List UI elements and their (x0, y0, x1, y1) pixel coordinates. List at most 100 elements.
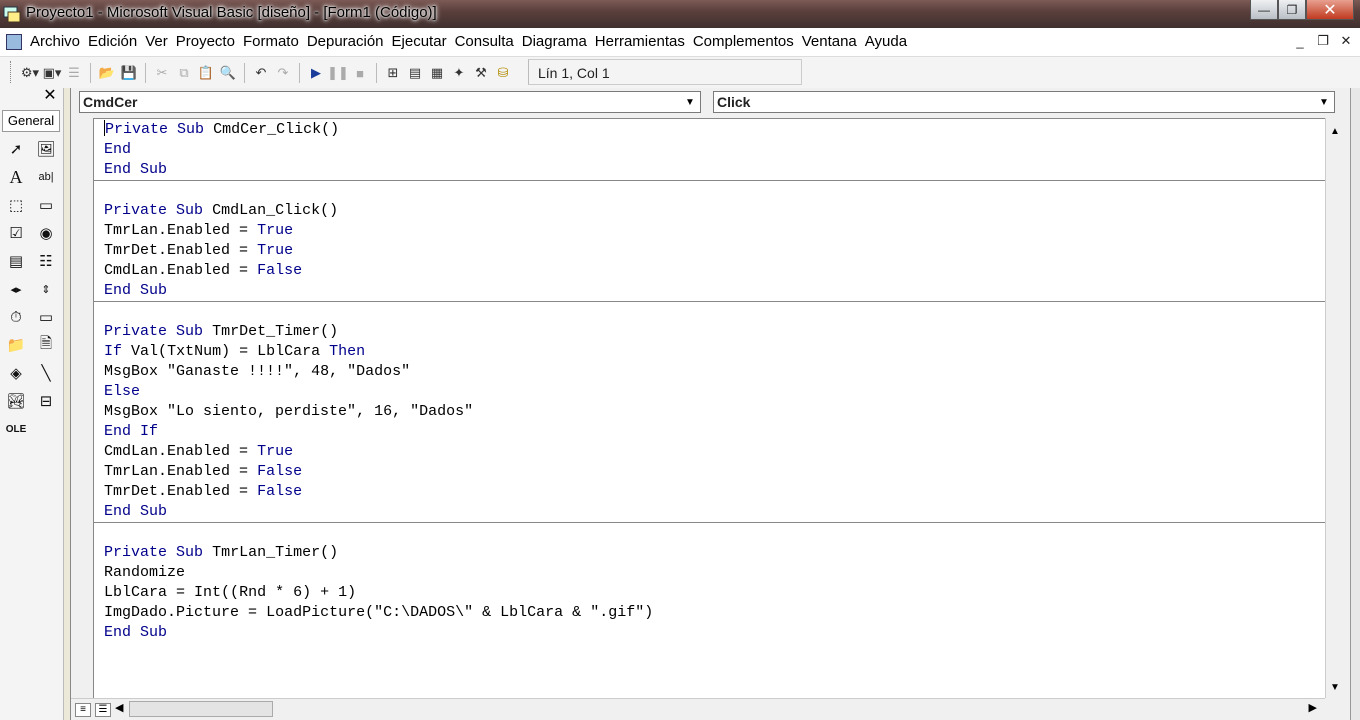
code-line[interactable]: Private Sub TmrLan_Timer() (104, 543, 1325, 563)
label-icon[interactable]: A (3, 164, 29, 190)
properties-icon[interactable]: ▤ (405, 63, 425, 83)
mdi-close-button[interactable]: ✕ (1336, 32, 1356, 50)
scroll-up-icon[interactable]: ▲ (1326, 122, 1344, 140)
pointer-icon[interactable]: ➚ (3, 136, 29, 162)
object-combo[interactable]: CmdCer ▼ (79, 91, 701, 113)
code-line[interactable]: TmrDet.Enabled = False (104, 482, 1325, 502)
close-button[interactable]: ✕ (1306, 0, 1354, 20)
code-line[interactable]: CmdLan.Enabled = True (104, 442, 1325, 462)
data-view-icon[interactable]: ⛁ (493, 63, 513, 83)
menu-edicion[interactable]: Edición (86, 33, 143, 50)
code-editor[interactable]: Private Sub CmdCer_Click() End End Sub Priv… (93, 118, 1325, 698)
code-line[interactable]: If Val(TxtNum) = LblCara Then (104, 342, 1325, 362)
chevron-down-icon[interactable]: ▼ (682, 94, 698, 110)
end-icon[interactable]: ■ (350, 63, 370, 83)
image-icon[interactable]: 🏞 (3, 388, 29, 414)
line-icon[interactable]: ╲ (33, 360, 59, 386)
toolbar-grip[interactable] (10, 61, 13, 83)
procedure-block[interactable]: Private Sub TmrDet_Timer() If Val(TxtNum)… (94, 302, 1325, 523)
code-line[interactable]: Else (104, 382, 1325, 402)
code-line[interactable]: Private Sub TmrDet_Timer() (104, 322, 1325, 342)
procedure-block[interactable]: Private Sub TmrLan_Timer() Randomize LblCa… (94, 523, 1325, 643)
toolbox-close-button[interactable]: ✕ (40, 88, 60, 104)
code-line[interactable]: Private Sub CmdLan_Click() (104, 201, 1325, 221)
menu-ejecutar[interactable]: Ejecutar (390, 33, 453, 50)
procedure-block[interactable]: Private Sub CmdLan_Click() TmrLan.Enabled… (94, 181, 1325, 302)
menu-consulta[interactable]: Consulta (453, 33, 520, 50)
vb-app-icon[interactable] (2, 4, 22, 24)
procedure-block[interactable]: Private Sub CmdCer_Click() End End Sub (94, 120, 1325, 181)
menu-diagrama[interactable]: Diagrama (520, 33, 593, 50)
maximize-button[interactable]: ❐ (1278, 0, 1306, 20)
textbox-icon[interactable]: ab| (33, 164, 59, 190)
menu-editor-icon[interactable]: ☰ (64, 63, 84, 83)
toolbox-tab-general[interactable]: General (2, 110, 60, 132)
picturebox-icon[interactable]: 🖼 (33, 136, 59, 162)
code-line[interactable]: End (104, 140, 1325, 160)
break-icon[interactable]: ❚❚ (327, 63, 349, 83)
filelistbox-icon[interactable]: 🗎 (33, 332, 59, 358)
menu-formato[interactable]: Formato (241, 33, 305, 50)
start-icon[interactable]: ▶ (306, 63, 326, 83)
data-icon[interactable]: ⊟ (33, 388, 59, 414)
code-line[interactable]: End Sub (104, 160, 1325, 180)
hscrollbar-icon[interactable]: ◂▸ (3, 276, 29, 302)
code-line[interactable]: Randomize (104, 563, 1325, 583)
menu-ayuda[interactable]: Ayuda (863, 33, 913, 50)
paste-icon[interactable]: 📋 (196, 63, 216, 83)
horizontal-scrollbar[interactable]: ≡ ☰ ◀ ▶ (71, 698, 1325, 718)
minimize-button[interactable]: — (1250, 0, 1278, 20)
drivelistbox-icon[interactable]: ▭ (33, 304, 59, 330)
open-icon[interactable]: 📂 (97, 63, 117, 83)
code-line[interactable]: CmdLan.Enabled = False (104, 261, 1325, 281)
dirlistbox-icon[interactable]: 📁 (3, 332, 29, 358)
scroll-right-icon[interactable]: ▶ (1309, 701, 1317, 714)
find-icon[interactable]: 🔍 (218, 63, 238, 83)
save-icon[interactable]: 💾 (119, 63, 139, 83)
object-browser-icon[interactable]: ✦ (449, 63, 469, 83)
code-line[interactable]: Private Sub CmdCer_Click() (104, 120, 1325, 140)
procedure-view-button[interactable]: ≡ (75, 703, 91, 717)
undo-icon[interactable]: ↶ (251, 63, 271, 83)
shape-icon[interactable]: ◈ (3, 360, 29, 386)
menu-herramientas[interactable]: Herramientas (593, 33, 691, 50)
scroll-left-icon[interactable]: ◀ (115, 701, 123, 714)
optionbutton-icon[interactable]: ◉ (33, 220, 59, 246)
menu-complementos[interactable]: Complementos (691, 33, 800, 50)
procedure-combo[interactable]: Click ▼ (713, 91, 1335, 113)
add-project-icon[interactable]: ⚙▾ (20, 63, 40, 83)
form-window-icon[interactable] (6, 34, 22, 50)
menu-proyecto[interactable]: Proyecto (174, 33, 241, 50)
code-line[interactable]: End Sub (104, 623, 1325, 643)
commandbutton-icon[interactable]: ▭ (33, 192, 59, 218)
menu-ventana[interactable]: Ventana (800, 33, 863, 50)
cut-icon[interactable]: ✂ (152, 63, 172, 83)
code-line[interactable]: TmrLan.Enabled = True (104, 221, 1325, 241)
full-module-view-button[interactable]: ☰ (95, 703, 111, 717)
code-line[interactable]: End If (104, 422, 1325, 442)
code-line[interactable]: LblCara = Int((Rnd * 6) + 1) (104, 583, 1325, 603)
menu-depuracion[interactable]: Depuración (305, 33, 390, 50)
code-content[interactable]: Private Sub CmdCer_Click() End End Sub Priv… (94, 119, 1325, 643)
timer-icon[interactable]: ⏱ (3, 304, 29, 330)
chevron-down-icon[interactable]: ▼ (1316, 94, 1332, 110)
form-layout-icon[interactable]: ▦ (427, 63, 447, 83)
ole-icon[interactable]: OLE (3, 416, 29, 442)
add-form-icon[interactable]: ▣▾ (42, 63, 62, 83)
code-line[interactable]: MsgBox "Ganaste !!!!", 48, "Dados" (104, 362, 1325, 382)
code-line[interactable]: End Sub (104, 502, 1325, 522)
code-line[interactable]: TmrDet.Enabled = True (104, 241, 1325, 261)
code-line[interactable]: End Sub (104, 281, 1325, 301)
vertical-scrollbar[interactable]: ▲ ▼ (1325, 118, 1343, 698)
listbox-icon[interactable]: ☷ (33, 248, 59, 274)
menu-ver[interactable]: Ver (143, 33, 174, 50)
toolbox-icon[interactable]: ⚒ (471, 63, 491, 83)
code-line[interactable]: ImgDado.Picture = LoadPicture("C:\DADOS\… (104, 603, 1325, 623)
code-line[interactable]: TmrLan.Enabled = False (104, 462, 1325, 482)
code-line[interactable]: MsgBox "Lo siento, perdiste", 16, "Dados… (104, 402, 1325, 422)
combobox-icon[interactable]: ▤ (3, 248, 29, 274)
project-explorer-icon[interactable]: ⊞ (383, 63, 403, 83)
copy-icon[interactable]: ⧉ (174, 63, 194, 83)
frame-icon[interactable]: ⬚ (3, 192, 29, 218)
vscrollbar-icon[interactable]: ⇕ (33, 276, 59, 302)
